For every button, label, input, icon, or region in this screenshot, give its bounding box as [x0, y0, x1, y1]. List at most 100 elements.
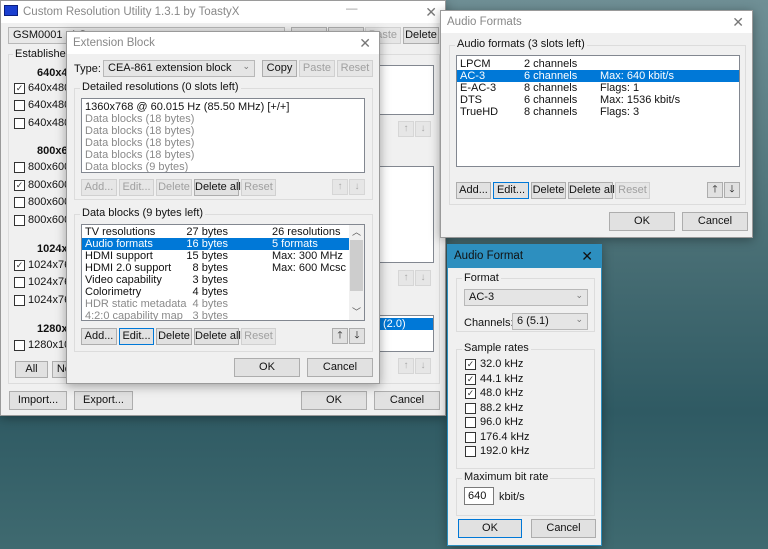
- extension-blocks-list[interactable]: (2.0): [379, 315, 434, 352]
- resolution-checkbox[interactable]: [14, 277, 25, 288]
- list-item[interactable]: 1360x768 @ 60.015 Hz (85.50 MHz) [+/+]: [82, 101, 364, 113]
- table-row[interactable]: HDMI 2.0 support 8 bytes Max: 600 Mcsc: [82, 262, 349, 274]
- up-arrow-icon[interactable]: ↑: [398, 358, 414, 374]
- list-item[interactable]: Data blocks (9 bytes): [82, 161, 364, 172]
- up-arrow-icon[interactable]: 🡑: [707, 182, 723, 198]
- edit-button[interactable]: Edit...: [119, 179, 154, 196]
- up-arrow-icon[interactable]: ↑: [398, 121, 414, 137]
- reset-button[interactable]: Reset: [615, 182, 650, 199]
- ok-button[interactable]: OK: [609, 212, 675, 231]
- resolution-checkbox[interactable]: ✓: [14, 180, 25, 191]
- edit-button[interactable]: Edit...: [119, 328, 154, 345]
- data-blocks-list[interactable]: ︿ ﹀ TV resolutions 27 bytes 26 resolutions…: [81, 224, 365, 321]
- right-list-1[interactable]: [379, 65, 434, 115]
- sample-rate-checkbox[interactable]: [465, 446, 476, 457]
- sample-rate-checkbox[interactable]: [465, 431, 476, 443]
- paste-button[interactable]: Paste: [299, 60, 335, 77]
- bitrate-input[interactable]: 640: [464, 487, 494, 505]
- down-arrow-icon[interactable]: 🡓: [724, 182, 740, 198]
- audio-formats-list[interactable]: LPCM 2 channels AC-3 6 channels Max: 640 kbi…: [456, 55, 740, 167]
- table-row[interactable]: Video capability 3 bytes: [82, 274, 349, 286]
- scrollbar[interactable]: ︿ ﹀: [349, 225, 364, 320]
- cancel-button[interactable]: Cancel: [307, 358, 373, 377]
- ok-button[interactable]: OK: [234, 358, 300, 377]
- right-list-2[interactable]: [379, 166, 434, 263]
- resolution-checkbox[interactable]: ✓: [14, 260, 25, 271]
- table-row[interactable]: AC-3 6 channels Max: 640 kbit/s: [457, 70, 739, 82]
- import-button[interactable]: Import...: [9, 391, 67, 410]
- table-row[interactable]: Audio formats 16 bytes 5 formats: [82, 238, 349, 250]
- resolution-checkbox[interactable]: [14, 215, 25, 226]
- ok-button[interactable]: OK: [458, 519, 522, 538]
- resolution-checkbox[interactable]: [14, 118, 25, 129]
- resolution-checkbox[interactable]: ✓: [14, 83, 25, 94]
- delete-button[interactable]: Delete: [531, 182, 566, 199]
- table-row[interactable]: TV resolutions 27 bytes 26 resolutions: [82, 226, 349, 238]
- down-arrow-icon[interactable]: ↓: [415, 270, 431, 286]
- cancel-button[interactable]: Cancel: [682, 212, 748, 231]
- list-item[interactable]: Data blocks (18 bytes): [82, 113, 364, 125]
- copy-button[interactable]: Copy: [262, 60, 297, 77]
- cancel-button[interactable]: Cancel: [374, 391, 440, 410]
- reset-button[interactable]: Reset: [241, 179, 276, 196]
- edit-button[interactable]: Edit...: [493, 182, 529, 199]
- all-button[interactable]: All: [15, 361, 48, 378]
- delete-all-button[interactable]: Delete all: [568, 182, 615, 199]
- down-arrow-icon[interactable]: ↓: [415, 121, 431, 137]
- reset-button[interactable]: Reset: [241, 328, 276, 345]
- sample-rate-checkbox[interactable]: ✓: [465, 388, 476, 399]
- resolution-checkbox[interactable]: [14, 197, 25, 208]
- resolution-checkbox[interactable]: [14, 162, 25, 173]
- table-row[interactable]: Colorimetry 4 bytes: [82, 286, 349, 298]
- sample-rate-checkbox[interactable]: [465, 402, 476, 414]
- block-size: 15 bytes: [186, 250, 228, 262]
- table-row[interactable]: 4:2:0 capability map 3 bytes: [82, 310, 349, 320]
- resolution-checkbox[interactable]: [14, 295, 25, 306]
- sample-rate-checkbox[interactable]: [465, 417, 476, 428]
- detailed-resolutions-list[interactable]: 1360x768 @ 60.015 Hz (85.50 MHz) [+/+] Da…: [81, 98, 365, 173]
- add-button[interactable]: Add...: [456, 182, 491, 199]
- export-button[interactable]: Export...: [74, 391, 133, 410]
- list-item[interactable]: Data blocks (18 bytes): [82, 125, 364, 137]
- table-row[interactable]: E-AC-3 8 channels Flags: 1: [457, 82, 739, 94]
- down-arrow-icon[interactable]: ↓: [415, 358, 431, 374]
- close-icon[interactable]: ✕: [581, 248, 593, 265]
- close-icon[interactable]: ✕: [732, 14, 744, 31]
- minimize-button[interactable]: —: [346, 3, 358, 15]
- up-arrow-icon[interactable]: 🡑: [332, 328, 348, 344]
- reset-button[interactable]: Reset: [337, 60, 373, 77]
- delete-all-button[interactable]: Delete all: [194, 328, 241, 345]
- delete-all-button[interactable]: Delete all: [194, 179, 241, 196]
- up-arrow-icon[interactable]: ↑: [398, 270, 414, 286]
- table-row[interactable]: HDMI support 15 bytes Max: 300 MHz: [82, 250, 349, 262]
- delete-button[interactable]: Delete: [403, 27, 439, 44]
- table-row[interactable]: LPCM 2 channels: [457, 58, 739, 70]
- list-item[interactable]: (2.0): [380, 318, 433, 330]
- list-item[interactable]: Data blocks (18 bytes): [82, 137, 364, 149]
- down-arrow-icon[interactable]: 🡓: [349, 328, 365, 344]
- down-arrow-icon[interactable]: ↓: [349, 179, 365, 195]
- close-button[interactable]: ✕: [425, 4, 437, 21]
- sample-rate-checkbox[interactable]: ✓: [465, 359, 476, 370]
- add-button[interactable]: Add...: [81, 328, 117, 345]
- channels-select[interactable]: 6 (5.1) ⌄: [512, 313, 588, 330]
- delete-button[interactable]: Delete: [156, 328, 192, 345]
- type-select[interactable]: CEA-861 extension block ⌄: [103, 60, 255, 77]
- sample-rate-checkbox[interactable]: ✓: [465, 373, 476, 385]
- close-icon[interactable]: ✕: [359, 35, 371, 52]
- table-row[interactable]: TrueHD 8 channels Flags: 3: [457, 106, 739, 118]
- resolution-checkbox[interactable]: [14, 100, 25, 111]
- table-row[interactable]: DTS 6 channels Max: 1536 kbit/s: [457, 94, 739, 106]
- add-button[interactable]: Add...: [81, 179, 117, 196]
- scroll-down-icon[interactable]: ﹀: [352, 305, 361, 318]
- scroll-thumb[interactable]: [350, 240, 363, 291]
- format-select[interactable]: AC-3 ⌄: [464, 289, 588, 306]
- scroll-up-icon[interactable]: ︿: [352, 225, 361, 238]
- up-arrow-icon[interactable]: ↑: [332, 179, 348, 195]
- list-item[interactable]: Data blocks (18 bytes): [82, 149, 364, 161]
- table-row[interactable]: HDR static metadata 4 bytes: [82, 298, 349, 310]
- cancel-button[interactable]: Cancel: [531, 519, 596, 538]
- delete-button[interactable]: Delete: [156, 179, 192, 196]
- resolution-checkbox[interactable]: [14, 340, 25, 351]
- ok-button[interactable]: OK: [301, 391, 367, 410]
